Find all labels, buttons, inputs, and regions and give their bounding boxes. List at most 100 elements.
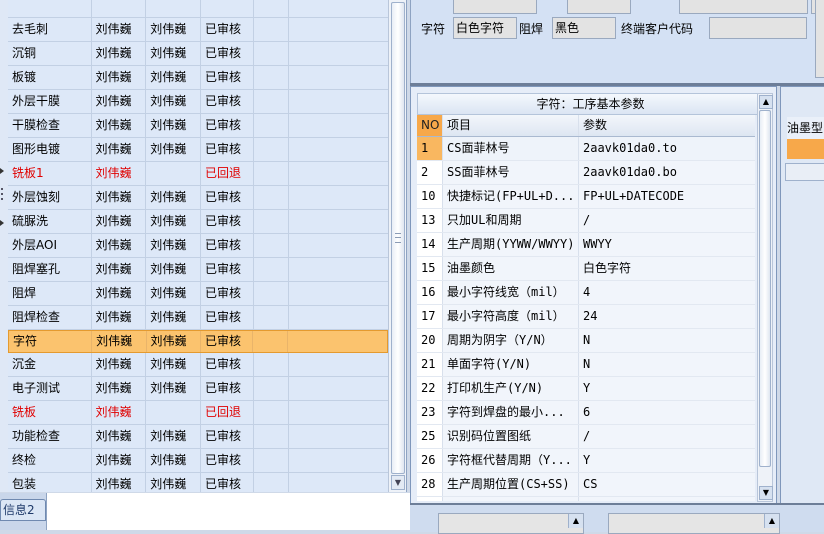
process-grid-scrollbar[interactable]: ▼: [388, 0, 406, 492]
status-cell: 已审核: [201, 18, 254, 41]
param-row[interactable]: 25 识别码位置图纸 /: [417, 425, 755, 449]
operator-cell: 刘伟巍: [92, 186, 147, 209]
process-name-cell: 图形电镀: [8, 138, 92, 161]
field-box[interactable]: [567, 0, 631, 14]
solder-value-field[interactable]: 黑色: [552, 17, 616, 39]
process-row[interactable]: 板镀 刘伟巍 刘伟巍 已审核: [8, 66, 388, 90]
splitter-handle[interactable]: [0, 168, 6, 228]
params-panel-title: 字符：工序基本参数: [417, 93, 764, 115]
scroll-up-icon[interactable]: ▲: [764, 514, 779, 528]
process-name-cell: 阻焊塞孔: [8, 258, 92, 281]
param-row[interactable]: 10 快捷标记(FP+UL+D... FP+UL+DATECODE: [417, 185, 755, 209]
param-value-cell: WWYY: [583, 237, 612, 251]
bottom-left-area: [0, 493, 410, 530]
param-value-cell: /: [579, 497, 730, 501]
process-row[interactable]: [8, 0, 388, 18]
customer-code-field[interactable]: [709, 17, 807, 39]
params-scrollbar[interactable]: ▲ ▼: [757, 93, 773, 502]
process-row[interactable]: 阻焊检查 刘伟巍 刘伟巍 已审核: [8, 306, 388, 330]
params-grid-header: NO 项目 参数: [417, 115, 755, 137]
process-row[interactable]: 字符 刘伟巍 刘伟巍 已审核: [8, 330, 388, 353]
empty-cell-cell: [289, 114, 388, 137]
param-no-cell: 14: [417, 233, 443, 256]
process-row[interactable]: 干膜检查 刘伟巍 刘伟巍 已审核: [8, 114, 388, 138]
scroll-down-icon[interactable]: ▼: [759, 486, 773, 500]
operator-cell: 刘伟巍: [92, 282, 147, 305]
param-row[interactable]: 29字符丝印面/: [417, 497, 755, 501]
process-name-cell: [8, 0, 92, 17]
params-grid: NO 项目 参数 1 CS面菲林号 2aavk01da0.to 2 SS面菲林号 2aav…: [417, 115, 755, 501]
param-row[interactable]: 22 打印机生产(Y/N) Y: [417, 377, 755, 401]
bottom-field[interactable]: ▲: [608, 513, 780, 534]
bottom-field[interactable]: ▲: [438, 513, 584, 534]
process-row[interactable]: 阻焊塞孔 刘伟巍 刘伟巍 已审核: [8, 258, 388, 282]
process-row[interactable]: 硫脲洗 刘伟巍 刘伟巍 已审核: [8, 210, 388, 234]
process-row[interactable]: 包装 刘伟巍 刘伟巍 已审核: [8, 473, 388, 492]
process-name-cell: 铣板1: [8, 162, 92, 185]
status-cell: 已回退: [201, 162, 254, 185]
scrollbar-thumb[interactable]: [391, 2, 405, 474]
process-row[interactable]: 终检 刘伟巍 刘伟巍 已审核: [8, 449, 388, 473]
char-value-field[interactable]: 白色字符: [453, 17, 517, 39]
param-row[interactable]: 23 字符到焊盘的最小... 6: [417, 401, 755, 425]
param-row[interactable]: 14 生产周期(YYWW/WWYY) WWYY: [417, 233, 755, 257]
param-row[interactable]: 21 单面字符(Y/N) N: [417, 353, 755, 377]
reviewer-cell: 刘伟巍: [146, 42, 201, 65]
process-name-cell: 电子测试: [8, 377, 92, 400]
horizontal-scrollbar[interactable]: [785, 163, 824, 181]
process-row[interactable]: 外层蚀刻 刘伟巍 刘伟巍 已审核: [8, 186, 388, 210]
param-row[interactable]: 20 周期为阴字（Y/N） N: [417, 329, 755, 353]
field-box[interactable]: [679, 0, 808, 14]
process-row[interactable]: 外层AOI 刘伟巍 刘伟巍 已审核: [8, 234, 388, 258]
tab-info2[interactable]: 信息2: [0, 499, 46, 521]
empty-cell-cell: [254, 138, 289, 161]
selected-row[interactable]: [787, 139, 824, 159]
field-box[interactable]: [453, 0, 537, 14]
scroll-up-icon[interactable]: ▲: [759, 95, 773, 109]
reviewer-cell: 刘伟巍: [146, 66, 201, 89]
empty-cell-cell: [289, 210, 388, 233]
process-row[interactable]: 铣板1 刘伟巍 已回退: [8, 162, 388, 186]
scroll-down-icon[interactable]: ▼: [391, 475, 405, 490]
param-row[interactable]: 1 CS面菲林号 2aavk01da0.to: [417, 137, 755, 161]
scroll-up-icon[interactable]: ▲: [568, 514, 583, 528]
process-row[interactable]: 外层干膜 刘伟巍 刘伟巍 已审核: [8, 90, 388, 114]
empty-cell-cell: [254, 210, 289, 233]
process-row[interactable]: 去毛刺 刘伟巍 刘伟巍 已审核: [8, 18, 388, 42]
param-value-cell: 白色字符: [583, 261, 632, 275]
status-cell: 已审核: [201, 353, 254, 376]
column-header-item[interactable]: 项目: [443, 115, 579, 136]
param-row[interactable]: 15 油墨颜色 白色字符: [417, 257, 755, 281]
process-row[interactable]: 图形电镀 刘伟巍 刘伟巍 已审核: [8, 138, 388, 162]
param-no-cell: 26: [417, 449, 443, 472]
operator-cell: 刘伟巍: [92, 425, 147, 448]
operator-cell: 刘伟巍: [92, 66, 147, 89]
param-row[interactable]: 17 最小字符高度（mil） 24: [417, 305, 755, 329]
operator-cell: 刘伟巍: [92, 449, 147, 472]
param-row[interactable]: 13 只加UL和周期 /: [417, 209, 755, 233]
customer-code-label: 终端客户代码: [621, 22, 694, 36]
process-name-cell: 外层AOI: [8, 234, 92, 257]
process-name-cell: 铣板: [8, 401, 92, 424]
reviewer-cell: 刘伟巍: [146, 473, 201, 492]
process-row[interactable]: 铣板 刘伟巍 已回退: [8, 401, 388, 425]
column-header-no[interactable]: NO: [417, 115, 443, 136]
process-row[interactable]: 电子测试 刘伟巍 刘伟巍 已审核: [8, 377, 388, 401]
scrollbar-thumb[interactable]: [759, 110, 771, 467]
param-row[interactable]: 2 SS面菲林号 2aavk01da0.bo: [417, 161, 755, 185]
param-row[interactable]: 26 字符框代替周期（Y... Y: [417, 449, 755, 473]
param-row[interactable]: 28 生产周期位置(CS+SS) CS: [417, 473, 755, 497]
empty-cell-cell: [254, 186, 289, 209]
process-name-cell: 硫脲洗: [8, 210, 92, 233]
column-header-param[interactable]: 参数: [579, 115, 730, 136]
param-item-cell: 字符到焊盘的最小...: [443, 401, 579, 424]
process-row[interactable]: 阻焊 刘伟巍 刘伟巍 已审核: [8, 282, 388, 306]
param-row[interactable]: 16 最小字符线宽（mil） 4: [417, 281, 755, 305]
param-no-cell: 28: [417, 473, 443, 496]
process-row[interactable]: 沉金 刘伟巍 刘伟巍 已审核: [8, 353, 388, 377]
process-row[interactable]: 沉铜 刘伟巍 刘伟巍 已审核: [8, 42, 388, 66]
operator-cell: 刘伟巍: [92, 162, 147, 185]
process-row[interactable]: 功能检查 刘伟巍 刘伟巍 已审核: [8, 425, 388, 449]
reviewer-cell: 刘伟巍: [146, 234, 201, 257]
param-no-cell: 23: [417, 401, 443, 424]
